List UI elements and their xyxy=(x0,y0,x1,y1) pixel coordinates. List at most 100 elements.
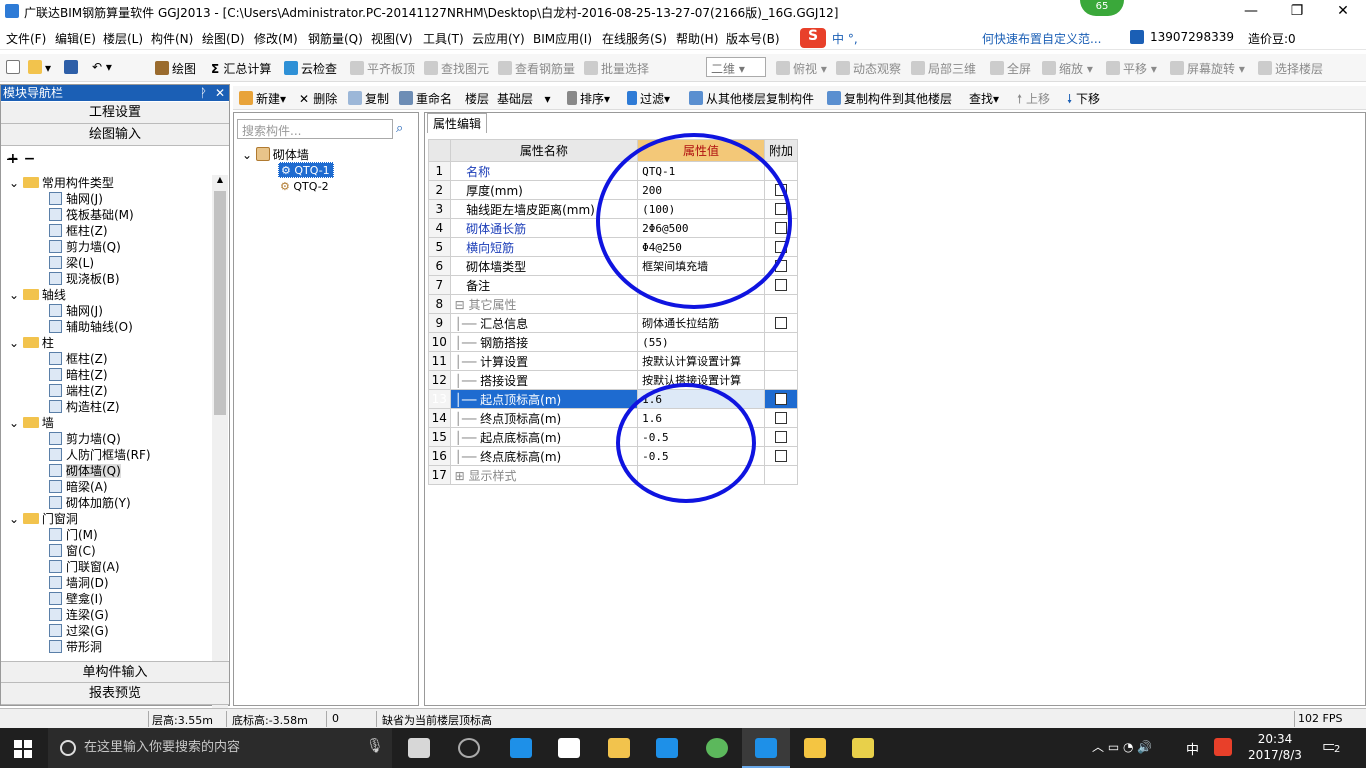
component-item-qtq1[interactable]: ⚙ QTQ-1 xyxy=(278,162,334,178)
report-preview-button[interactable]: 报表预览 xyxy=(1,683,229,705)
draw-button[interactable]: 绘图 xyxy=(155,60,196,77)
checkbox[interactable] xyxy=(774,393,787,405)
copy-button[interactable]: 复制 xyxy=(348,90,389,107)
windows-start-icon[interactable] xyxy=(14,740,32,758)
tray-icons[interactable]: ︿ ▭ ◔ 🔊 xyxy=(1092,738,1152,755)
menu-version[interactable]: 版本号(B) xyxy=(726,30,780,47)
new-file-icon[interactable] xyxy=(6,60,23,75)
tree-group[interactable]: ⌄ 门窗洞 xyxy=(9,511,78,527)
copy-to-floor-button[interactable]: 复制构件到其他楼层 xyxy=(827,90,952,107)
scroll-up-icon[interactable]: ▲ xyxy=(212,175,228,184)
pan-button[interactable]: 平移 ▾ xyxy=(1106,60,1157,77)
additional-cell[interactable] xyxy=(763,408,799,428)
menu-bim[interactable]: BIM应用(I) xyxy=(533,30,592,47)
edge-icon[interactable] xyxy=(510,738,532,758)
collapse-icon[interactable]: ⌄ xyxy=(9,416,23,430)
sogou-icon[interactable]: S xyxy=(800,28,826,48)
tab-property-edit[interactable]: 属性编辑 xyxy=(427,113,487,133)
floor-select[interactable]: 基础层 ▾ xyxy=(497,90,550,107)
phone-number[interactable]: 13907298339 xyxy=(1150,30,1234,44)
microphone-icon[interactable]: 🎙 xyxy=(366,738,384,754)
menu-rebar[interactable]: 钢筋量(Q) xyxy=(308,30,363,47)
find-element-button[interactable]: 查找图元 xyxy=(424,60,489,77)
project-settings-button[interactable]: 工程设置 xyxy=(1,102,229,124)
clock[interactable]: 20:34 2017/8/3 xyxy=(1248,731,1302,763)
delete-button[interactable]: ✕ 删除 xyxy=(299,90,337,107)
fullscreen-button[interactable]: 全屏 xyxy=(990,60,1031,77)
property-row[interactable]: 10 │── 钢筋搭接 (55) xyxy=(428,332,799,352)
tree-item[interactable]: 过梁(G) xyxy=(49,623,109,639)
property-value[interactable]: (55) xyxy=(637,332,765,352)
minimize-button[interactable]: — xyxy=(1228,0,1274,24)
additional-cell[interactable] xyxy=(763,446,799,466)
tree-group[interactable]: ⌄ 柱 xyxy=(9,335,54,351)
component-root[interactable]: ⌄ 砌体墙 xyxy=(242,146,309,163)
property-row[interactable]: 13 │── 起点顶标高(m) 1.6 xyxy=(428,389,799,409)
explorer-icon[interactable] xyxy=(608,738,630,758)
collapse-icon[interactable]: ⌄ xyxy=(9,176,23,190)
app-icon-7[interactable] xyxy=(706,738,728,758)
tree-scrollbar[interactable]: ▲▼ xyxy=(212,175,228,741)
tree-item[interactable]: 框柱(Z) xyxy=(49,223,108,239)
tree-item[interactable]: 门(M) xyxy=(49,527,98,543)
tree-item[interactable]: 筏板基础(M) xyxy=(49,207,134,223)
app-icon-9[interactable] xyxy=(804,738,826,758)
view-rebar-button[interactable]: 查看钢筋量 xyxy=(498,60,575,77)
menu-floor[interactable]: 楼层(L) xyxy=(103,30,143,47)
open-folder-icon[interactable]: ▾ xyxy=(28,60,51,75)
ime-indicator[interactable]: 中 xyxy=(1186,739,1199,758)
checkbox[interactable] xyxy=(774,431,787,443)
tree-item[interactable]: 轴网(J) xyxy=(49,191,103,207)
menu-component[interactable]: 构件(N) xyxy=(151,30,193,47)
menu-view[interactable]: 视图(V) xyxy=(371,30,413,47)
zoom-button[interactable]: 缩放 ▾ xyxy=(1042,60,1093,77)
tree-item[interactable]: 连梁(G) xyxy=(49,607,109,623)
menu-draw[interactable]: 绘图(D) xyxy=(202,30,245,47)
tip-link[interactable]: 何快速布置自定义范... xyxy=(982,30,1101,47)
expand-all-icon[interactable]: +̶ − xyxy=(7,151,35,167)
property-value[interactable]: 按默认计算设置计算 xyxy=(637,351,765,371)
collapse-icon[interactable]: ⌄ xyxy=(9,512,23,526)
property-row[interactable]: 9 │── 汇总信息 砌体通长拉结筋 xyxy=(428,313,799,333)
rename-button[interactable]: 重命名 xyxy=(399,90,452,107)
glodon-icon[interactable] xyxy=(656,738,678,758)
tree-item[interactable]: 窗(C) xyxy=(49,543,96,559)
tree-item[interactable]: 构造柱(Z) xyxy=(49,399,120,415)
rotate-button[interactable]: 屏幕旋转 ▾ xyxy=(1170,60,1245,77)
score-badge[interactable]: 65 xyxy=(1080,0,1124,16)
move-up-button[interactable]: 🠕 上移 xyxy=(1017,90,1050,111)
tree-item[interactable]: 端柱(Z) xyxy=(49,383,108,399)
menu-cloud[interactable]: 云应用(Y) xyxy=(472,30,525,47)
app-icon-2[interactable] xyxy=(458,738,480,758)
find-button[interactable]: 查找▾ xyxy=(969,90,999,107)
tree-item[interactable]: 带形洞 xyxy=(49,639,102,655)
additional-cell[interactable] xyxy=(763,313,799,333)
tree-item[interactable]: 人防门框墙(RF) xyxy=(49,447,151,463)
collapse-icon[interactable]: ⌄ xyxy=(9,288,23,302)
pin-icon[interactable]: ᚹ xyxy=(200,85,207,101)
tree-group[interactable]: ⌄ 墙 xyxy=(9,415,54,431)
sort-button[interactable]: 排序▾ xyxy=(567,90,610,107)
flat-top-button[interactable]: 平齐板顶 xyxy=(350,60,415,77)
checkbox[interactable] xyxy=(774,450,787,462)
component-item-qtq2[interactable]: ⚙ QTQ-2 xyxy=(280,179,329,195)
save-icon[interactable] xyxy=(64,60,81,75)
copy-from-floor-button[interactable]: 从其他楼层复制构件 xyxy=(689,90,814,107)
tree-group[interactable]: ⌄ 常用构件类型 xyxy=(9,175,114,191)
close-icon[interactable]: ✕ xyxy=(215,85,225,101)
menu-help[interactable]: 帮助(H) xyxy=(676,30,718,47)
select-floor-button[interactable]: 选择楼层 xyxy=(1258,60,1323,77)
menu-modify[interactable]: 修改(M) xyxy=(254,30,298,47)
property-row[interactable]: 12 │── 搭接设置 按默认搭接设置计算 xyxy=(428,370,799,390)
top-view-button[interactable]: 俯视 ▾ xyxy=(776,60,827,77)
active-app[interactable] xyxy=(742,728,790,768)
checkbox[interactable] xyxy=(774,317,787,329)
view-mode-select[interactable]: 二维 ▾ xyxy=(706,57,766,77)
tree-item[interactable]: 梁(L) xyxy=(49,255,94,271)
taskbar-search-input[interactable]: 在这里输入你要搜索的内容 xyxy=(48,728,392,768)
tree-item[interactable]: 砌体墙(Q) xyxy=(49,463,121,479)
menu-edit[interactable]: 编辑(E) xyxy=(55,30,96,47)
tree-item[interactable]: 暗梁(A) xyxy=(49,479,108,495)
sum-calc-button[interactable]: Σ 汇总计算 xyxy=(211,60,271,77)
tree-item[interactable]: 砌体加筋(Y) xyxy=(49,495,131,511)
